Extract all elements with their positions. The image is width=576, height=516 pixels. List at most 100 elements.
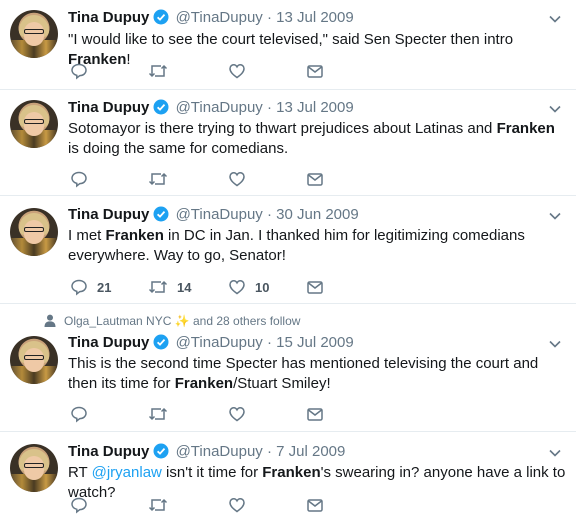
author-name[interactable]: Tina Dupuy xyxy=(68,9,149,26)
verified-badge-icon xyxy=(153,206,169,228)
tweet-text-segment: isn't it time for xyxy=(161,464,263,481)
highlighted-term: Franken xyxy=(262,464,321,481)
like-button[interactable] xyxy=(228,405,255,423)
reply-button[interactable] xyxy=(70,496,97,514)
like-button[interactable] xyxy=(228,170,255,188)
author-handle[interactable]: @TinaDupuy xyxy=(176,9,263,26)
chevron-down-icon[interactable] xyxy=(548,209,562,223)
avatar[interactable] xyxy=(10,336,58,384)
like-icon xyxy=(228,62,246,80)
tweet[interactable]: Tina Dupuy @TinaDupuy · 13 Jul 2009 Soto… xyxy=(0,90,576,196)
tweet-text-segment: is doing the same for comedians. xyxy=(68,140,289,157)
reply-button[interactable] xyxy=(70,62,97,80)
verified-badge-icon xyxy=(153,99,169,121)
author-handle[interactable]: @TinaDupuy xyxy=(176,443,263,460)
retweet-icon xyxy=(148,170,168,188)
social-context[interactable]: Olga_Lautman NYC ✨ and 28 others follow xyxy=(44,313,300,331)
author-name[interactable]: Tina Dupuy xyxy=(68,99,149,116)
like-button[interactable]: 10 xyxy=(228,278,269,296)
tweet-date[interactable]: 13 Jul 2009 xyxy=(276,99,354,116)
avatar[interactable] xyxy=(10,444,58,492)
mention-link[interactable]: @jryanlaw xyxy=(92,464,162,481)
tweet[interactable]: Olga_Lautman NYC ✨ and 28 others follow … xyxy=(0,304,576,432)
avatar[interactable] xyxy=(10,10,58,58)
author-handle[interactable]: @TinaDupuy xyxy=(176,99,263,116)
separator-dot: · xyxy=(266,9,272,26)
like-icon xyxy=(228,278,246,296)
separator-dot: · xyxy=(266,99,272,116)
retweet-icon xyxy=(148,278,168,296)
retweet-button[interactable] xyxy=(148,62,177,80)
separator-dot: · xyxy=(266,443,272,460)
author-handle[interactable]: @TinaDupuy xyxy=(176,334,263,351)
message-button[interactable] xyxy=(306,278,324,296)
highlighted-term: Franken xyxy=(174,375,234,392)
message-icon xyxy=(306,496,324,514)
reply-button[interactable] xyxy=(70,405,97,423)
chevron-down-icon[interactable] xyxy=(548,102,562,116)
author-name[interactable]: Tina Dupuy xyxy=(68,443,149,460)
message-icon xyxy=(306,405,324,423)
reply-icon xyxy=(70,496,88,514)
author-name[interactable]: Tina Dupuy xyxy=(68,334,149,351)
like-icon xyxy=(228,496,246,514)
message-icon xyxy=(306,62,324,80)
reply-icon xyxy=(70,62,88,80)
retweet-count: 14 xyxy=(177,279,192,295)
tweet-text-segment: Sotomayor is there trying to thwart prej… xyxy=(68,120,497,137)
tweet-text-segment: RT xyxy=(68,464,92,481)
reply-button[interactable] xyxy=(70,170,97,188)
tweet-date[interactable]: 7 Jul 2009 xyxy=(276,443,345,460)
message-button[interactable] xyxy=(306,170,324,188)
retweet-button[interactable] xyxy=(148,405,177,423)
chevron-down-icon[interactable] xyxy=(548,337,562,351)
like-count: 10 xyxy=(255,279,270,295)
highlighted-term: Franken xyxy=(496,120,555,137)
tweet-text: Sotomayor is there trying to thwart prej… xyxy=(68,119,568,159)
reply-icon xyxy=(70,278,88,296)
message-icon xyxy=(306,278,324,296)
reply-count: 21 xyxy=(97,279,112,295)
retweet-icon xyxy=(148,405,168,423)
retweet-button[interactable] xyxy=(148,496,177,514)
author-name[interactable]: Tina Dupuy xyxy=(68,206,149,223)
tweet-date[interactable]: 30 Jun 2009 xyxy=(276,206,359,223)
tweet-text: I met Franken in DC in Jan. I thanked hi… xyxy=(68,226,568,266)
like-button[interactable] xyxy=(228,496,255,514)
author-handle[interactable]: @TinaDupuy xyxy=(176,206,263,223)
social-context-text: Olga_Lautman NYC ✨ and 28 others follow xyxy=(64,314,301,328)
retweet-button[interactable] xyxy=(148,170,177,188)
like-button[interactable] xyxy=(228,62,255,80)
retweet-icon xyxy=(148,62,168,80)
tweet-text-segment: /Stuart Smiley! xyxy=(233,375,331,392)
like-icon xyxy=(228,170,246,188)
separator-dot: · xyxy=(266,334,272,351)
chevron-down-icon[interactable] xyxy=(548,446,562,460)
message-button[interactable] xyxy=(306,62,324,80)
tweet-text-segment: "I would like to see the court televised… xyxy=(68,31,514,48)
retweet-button[interactable]: 14 xyxy=(148,278,191,296)
tweet-date[interactable]: 15 Jul 2009 xyxy=(276,334,354,351)
verified-badge-icon xyxy=(153,443,169,465)
tweet-text-segment: I met xyxy=(68,227,106,244)
tweet-date[interactable]: 13 Jul 2009 xyxy=(276,9,354,26)
tweet-feed: Tina Dupuy @TinaDupuy · 13 Jul 2009 "I w… xyxy=(0,0,576,516)
message-button[interactable] xyxy=(306,405,324,423)
avatar[interactable] xyxy=(10,100,58,148)
highlighted-term: Franken xyxy=(105,227,164,244)
chevron-down-icon[interactable] xyxy=(548,12,562,26)
person-icon xyxy=(44,314,56,331)
tweet[interactable]: Tina Dupuy @TinaDupuy · 13 Jul 2009 "I w… xyxy=(0,0,576,90)
message-button[interactable] xyxy=(306,496,324,514)
reply-button[interactable]: 21 xyxy=(70,278,111,296)
verified-badge-icon xyxy=(153,334,169,356)
retweet-icon xyxy=(148,496,168,514)
verified-badge-icon xyxy=(153,9,169,31)
like-icon xyxy=(228,405,246,423)
tweet-text-segment: ! xyxy=(126,51,131,68)
tweet[interactable]: Tina Dupuy @TinaDupuy · 7 Jul 2009 RT @j… xyxy=(0,432,576,516)
tweet-text: This is the second time Specter has ment… xyxy=(68,354,568,394)
avatar[interactable] xyxy=(10,208,58,256)
reply-icon xyxy=(70,405,88,423)
tweet[interactable]: Tina Dupuy @TinaDupuy · 30 Jun 2009 I me… xyxy=(0,196,576,304)
